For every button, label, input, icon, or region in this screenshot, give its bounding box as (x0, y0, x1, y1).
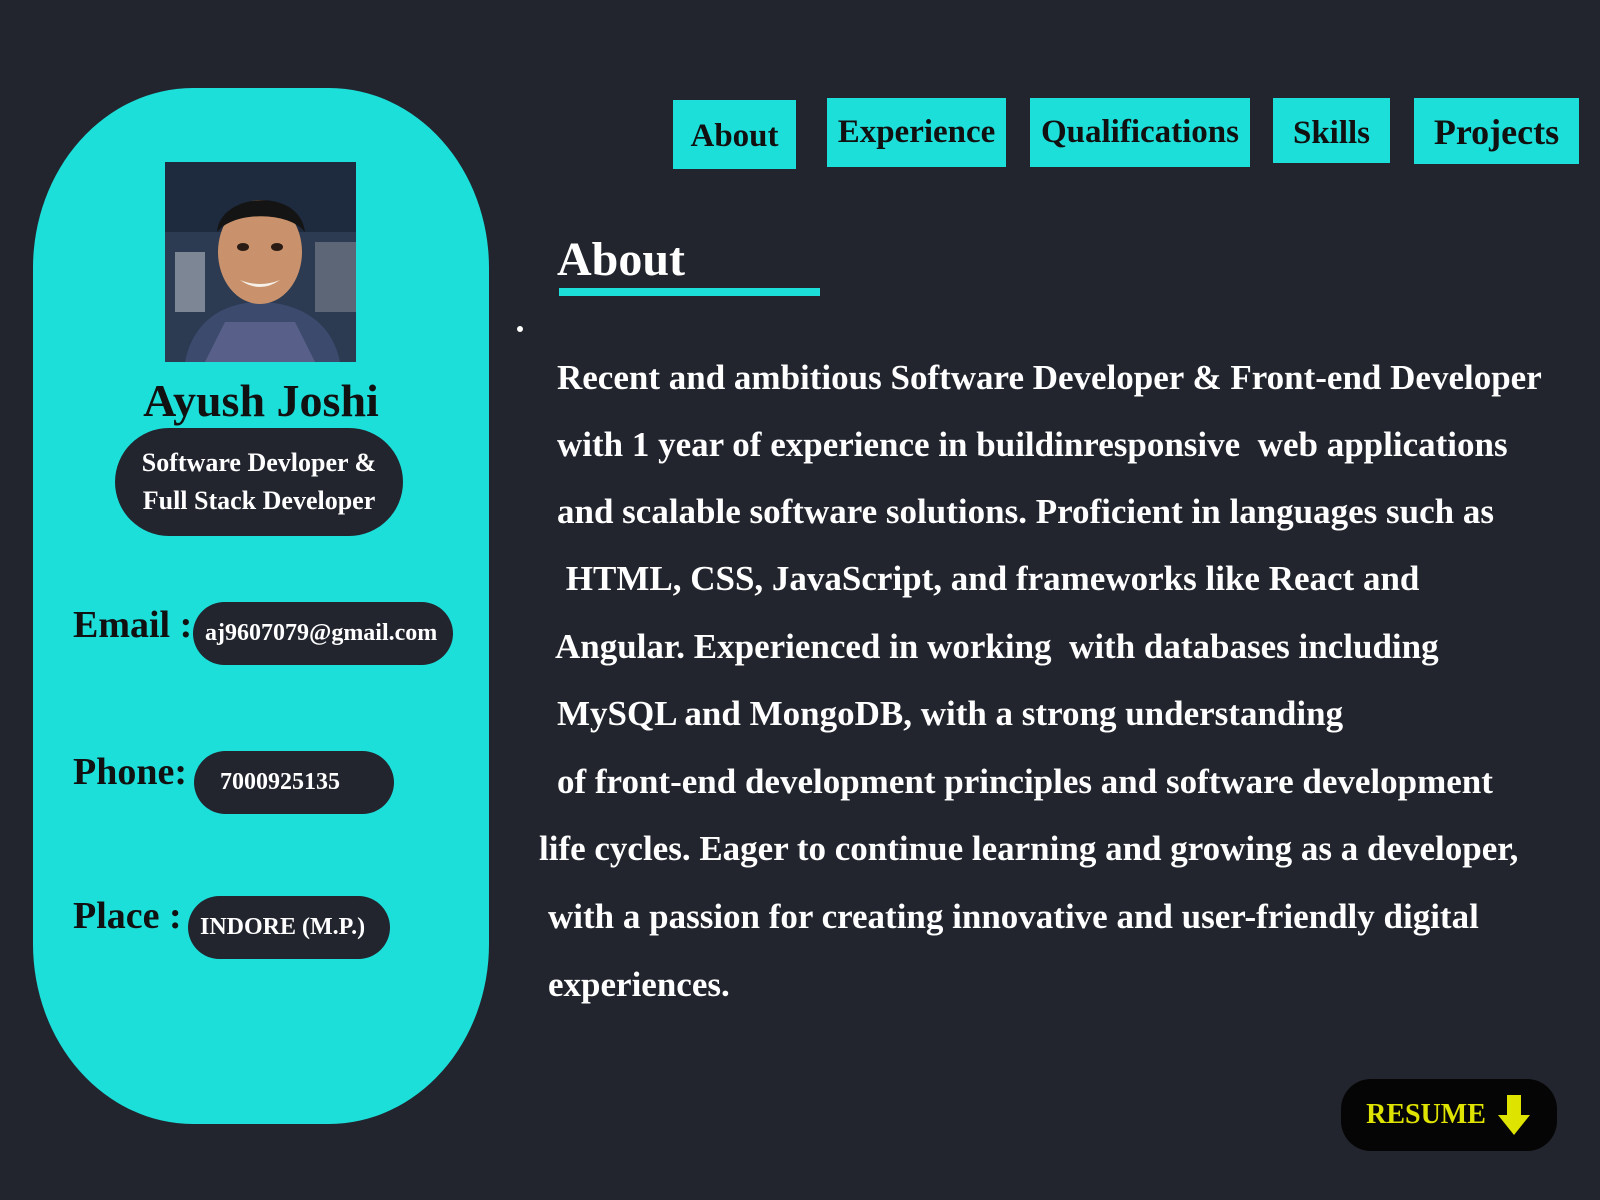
resume-download-button[interactable]: RESUME (1341, 1079, 1557, 1151)
email-label: Email : (73, 604, 193, 646)
about-text-line: Angular. Experienced in working with dat… (555, 627, 1439, 666)
phone-value[interactable]: 7000925135 (194, 751, 394, 814)
about-text-line: life cycles. Eager to continue learning … (539, 829, 1519, 868)
profile-card: Ayush Joshi Software Devloper & Full Sta… (33, 88, 489, 1124)
nav-about[interactable]: About (673, 100, 796, 169)
about-text-line: experiences. (548, 965, 730, 1004)
profile-photo (165, 162, 356, 362)
heading-underline (559, 288, 820, 296)
arrow-down-icon (1497, 1095, 1530, 1135)
role-badge: Software Devloper & Full Stack Developer (115, 428, 403, 536)
phone-label: Phone: (73, 751, 187, 793)
about-text-line: MySQL and MongoDB, with a strong underst… (557, 694, 1344, 733)
about-heading: About (557, 233, 686, 286)
about-text-line: and scalable software solutions. Profici… (557, 492, 1494, 531)
about-text-line: of front-end development principles and … (557, 762, 1493, 801)
nav-skills[interactable]: Skills (1273, 98, 1390, 163)
about-text-line: with 1 year of experience in buildinresp… (557, 425, 1508, 464)
resume-label: RESUME (1366, 1099, 1486, 1130)
bullet-dot (517, 326, 523, 332)
place-label: Place : (73, 895, 182, 937)
about-text-line: Recent and ambitious Software Developer … (557, 358, 1542, 397)
nav-qualifications[interactable]: Qualifications (1030, 98, 1250, 167)
about-text-line: HTML, CSS, JavaScript, and frameworks li… (557, 559, 1420, 598)
nav-projects[interactable]: Projects (1414, 98, 1579, 164)
place-value: INDORE (M.P.) (188, 896, 390, 959)
about-text-line: with a passion for creating innovative a… (548, 897, 1479, 936)
email-value[interactable]: aj9607079@gmail.com (193, 602, 453, 665)
portfolio-page: Ayush Joshi Software Devloper & Full Sta… (0, 0, 1600, 1200)
nav-experience[interactable]: Experience (827, 98, 1006, 167)
profile-name: Ayush Joshi (143, 375, 379, 426)
